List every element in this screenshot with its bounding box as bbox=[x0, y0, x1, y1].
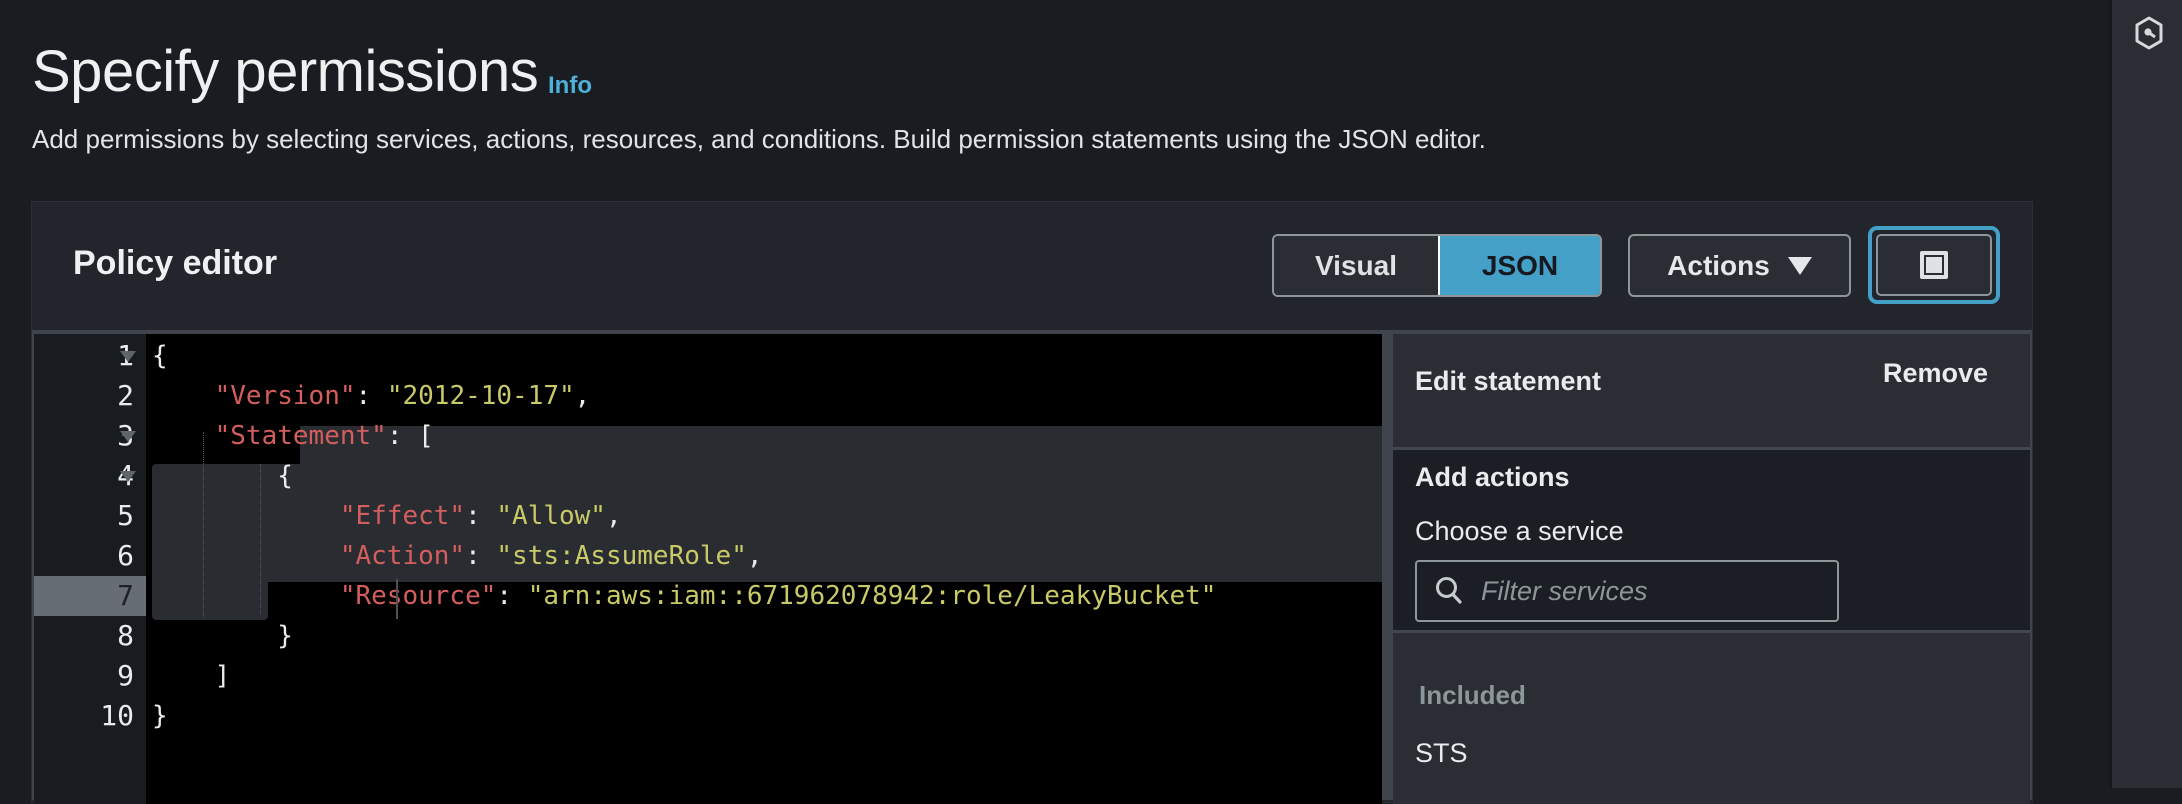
json-punctuation: ] bbox=[214, 661, 231, 691]
code-line: "Statement": [ bbox=[152, 416, 434, 456]
json-string: "arn:aws:iam::671962078942:role/LeakyBuc… bbox=[527, 581, 1217, 611]
code-line: } bbox=[152, 616, 293, 656]
json-key: "Statement" bbox=[214, 421, 387, 451]
json-key: "Action" bbox=[339, 541, 466, 571]
actions-label: Actions bbox=[1667, 249, 1770, 281]
code-line: "Version": "2012-10-17", bbox=[152, 376, 591, 416]
line-number: 6 bbox=[117, 539, 134, 572]
editor-container: 1 2 3 4 5 6 7 8 9 10 { "Version": "2012-10-17", "… bbox=[32, 330, 2032, 804]
json-punctuation: , bbox=[746, 541, 763, 571]
line-number: 7 bbox=[34, 576, 146, 616]
line-number: 4 bbox=[117, 459, 134, 492]
line-number: 8 bbox=[117, 619, 134, 652]
divider bbox=[1393, 630, 2030, 633]
json-punctuation: : bbox=[496, 581, 528, 611]
editor-mode-toggle: Visual JSON bbox=[1272, 234, 1602, 297]
policy-editor-title: Policy editor bbox=[73, 244, 278, 282]
json-string: "2012-10-17" bbox=[386, 381, 575, 411]
line-number: 5 bbox=[117, 499, 134, 532]
fold-toggle-icon[interactable] bbox=[120, 471, 136, 482]
code-line: } bbox=[152, 696, 168, 736]
filter-services-field[interactable] bbox=[1415, 560, 1839, 622]
text-cursor bbox=[396, 579, 398, 619]
line-number: 1 bbox=[117, 339, 134, 372]
json-key: "Resource" bbox=[339, 581, 497, 611]
json-punctuation: : [ bbox=[386, 421, 434, 451]
page-title-text: Specify permissions bbox=[32, 39, 539, 104]
policy-editor-panel: Policy editor Visual JSON Actions 1 2 3 4 5 6… bbox=[32, 202, 2032, 804]
caret-down-icon bbox=[1787, 256, 1812, 275]
line-number: 9 bbox=[117, 659, 134, 692]
json-punctuation: : bbox=[465, 501, 497, 531]
json-punctuation: { bbox=[152, 341, 168, 371]
page-title: Specify permissions bbox=[32, 38, 539, 105]
json-punctuation: , bbox=[574, 381, 591, 411]
fold-toggle-icon[interactable] bbox=[120, 431, 136, 442]
edit-statement-panel: Edit statement Remove Add actions Choose… bbox=[1393, 334, 2030, 804]
code-line: { bbox=[152, 456, 293, 496]
fold-toggle-icon[interactable] bbox=[120, 351, 136, 362]
json-punctuation: { bbox=[277, 461, 293, 491]
line-number: 2 bbox=[117, 379, 134, 412]
json-code-editor[interactable]: { "Version": "2012-10-17", "Statement": … bbox=[146, 334, 1382, 804]
line-number: 10 bbox=[100, 699, 134, 732]
line-number: 3 bbox=[117, 419, 134, 452]
included-service-item[interactable]: STS bbox=[1415, 738, 1468, 769]
add-actions-title: Add actions bbox=[1415, 462, 1570, 492]
json-punctuation: : bbox=[355, 381, 387, 411]
info-link[interactable]: Info bbox=[548, 72, 592, 100]
json-string: "sts:AssumeRole" bbox=[496, 541, 747, 571]
visual-mode-button[interactable]: Visual bbox=[1274, 236, 1438, 295]
fullscreen-button[interactable] bbox=[1876, 234, 1992, 296]
page-description: Add permissions by selecting services, a… bbox=[32, 124, 1486, 154]
filter-services-input[interactable] bbox=[1479, 574, 1823, 608]
actions-dropdown-button[interactable]: Actions bbox=[1628, 234, 1851, 297]
choose-service-label: Choose a service bbox=[1415, 516, 1624, 546]
json-punctuation: : bbox=[465, 541, 497, 571]
json-punctuation: , bbox=[605, 501, 622, 531]
code-line: "Action": "sts:AssumeRole", bbox=[152, 536, 763, 576]
line-number-gutter: 1 2 3 4 5 6 7 8 9 10 bbox=[34, 334, 146, 804]
edit-statement-title: Edit statement bbox=[1415, 366, 1602, 396]
json-punctuation: } bbox=[277, 621, 293, 651]
json-mode-button[interactable]: JSON bbox=[1438, 236, 1600, 295]
code-line: { bbox=[152, 336, 168, 376]
code-line: ] bbox=[152, 656, 231, 696]
json-key: "Version" bbox=[214, 381, 356, 411]
code-line: "Resource": "arn:aws:iam::671962078942:r… bbox=[152, 576, 1217, 616]
json-key: "Effect" bbox=[339, 501, 466, 531]
cloudshell-hex-icon[interactable] bbox=[2134, 16, 2164, 50]
json-punctuation: } bbox=[152, 701, 168, 731]
json-string: "Allow" bbox=[496, 501, 606, 531]
right-utility-rail bbox=[2112, 0, 2182, 788]
add-actions-section: Add actions Choose a service bbox=[1393, 450, 2030, 630]
selected-block-highlight-top bbox=[300, 426, 1382, 466]
search-icon bbox=[1436, 577, 1462, 604]
included-heading: Included bbox=[1419, 680, 1526, 710]
code-line: "Effect": "Allow", bbox=[152, 496, 622, 536]
fullscreen-icon bbox=[1920, 251, 1948, 279]
remove-statement-button[interactable]: Remove bbox=[1883, 358, 1988, 389]
